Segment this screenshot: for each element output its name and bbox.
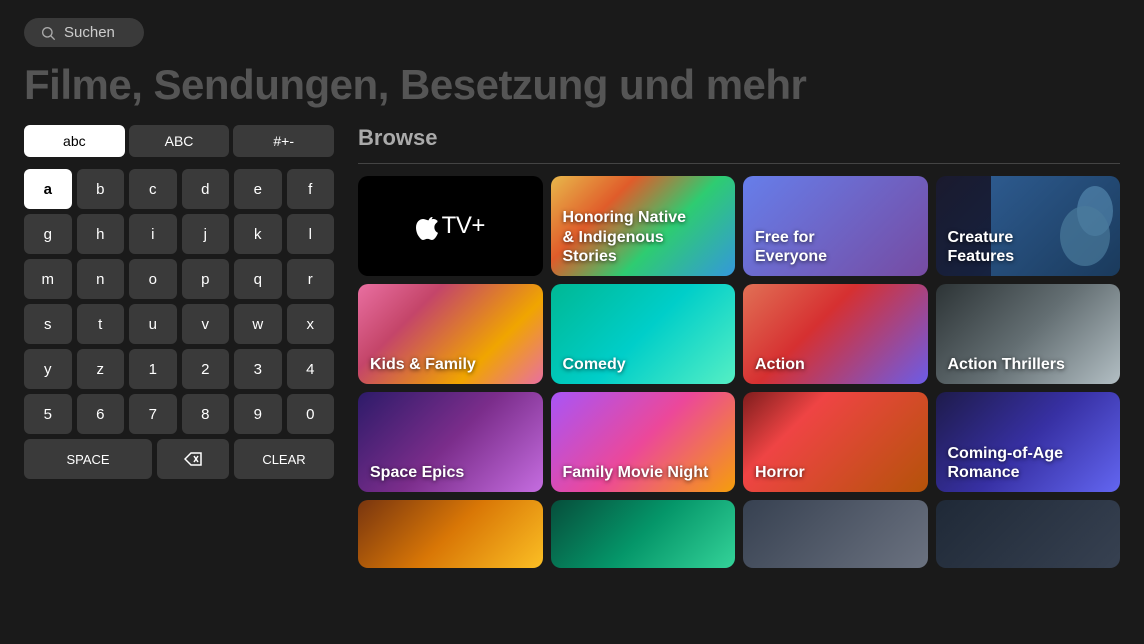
page-title: Filme, Sendungen, Besetzung und mehr	[0, 55, 1144, 125]
key-9[interactable]: 9	[234, 394, 282, 434]
backspace-button[interactable]	[157, 439, 229, 479]
key-l[interactable]: l	[287, 214, 335, 254]
key-p[interactable]: p	[182, 259, 230, 299]
card-kids[interactable]: Kids & Family	[358, 284, 543, 384]
card-label-free: Free forEveryone	[755, 228, 827, 266]
key-h[interactable]: h	[77, 214, 125, 254]
key-f[interactable]: f	[287, 169, 335, 209]
key-o[interactable]: o	[129, 259, 177, 299]
card-label-honoring: Honoring Native& IndigenousStories	[563, 208, 687, 266]
card-label-creature: CreatureFeatures	[948, 228, 1015, 266]
keyboard-actions: SPACE CLEAR	[24, 439, 334, 479]
keyboard-mode-row: abc ABC #+-	[24, 125, 334, 157]
mode-symbols[interactable]: #+-	[233, 125, 334, 157]
key-u[interactable]: u	[129, 304, 177, 344]
key-x[interactable]: x	[287, 304, 335, 344]
key-s[interactable]: s	[24, 304, 72, 344]
key-7[interactable]: 7	[129, 394, 177, 434]
key-5[interactable]: 5	[24, 394, 72, 434]
key-c[interactable]: c	[129, 169, 177, 209]
key-a[interactable]: a	[24, 169, 72, 209]
card-comedy[interactable]: Comedy	[551, 284, 736, 384]
card-free[interactable]: Free forEveryone	[743, 176, 928, 276]
key-q[interactable]: q	[234, 259, 282, 299]
appletv-logo: TV+	[416, 212, 485, 240]
key-g[interactable]: g	[24, 214, 72, 254]
card-label-action: Action	[755, 355, 805, 374]
card-label-family: Family Movie Night	[563, 463, 709, 482]
mode-ABC[interactable]: ABC	[129, 125, 230, 157]
keyboard-panel: abc ABC #+- a b c d e f g h i j k l m n …	[24, 125, 334, 568]
card-appletv[interactable]: TV+	[358, 176, 543, 276]
card-row4c[interactable]	[743, 500, 928, 568]
mode-abc[interactable]: abc	[24, 125, 125, 157]
key-0[interactable]: 0	[287, 394, 335, 434]
key-n[interactable]: n	[77, 259, 125, 299]
browse-grid: TV+ Honoring Native& IndigenousStories F…	[358, 176, 1120, 568]
card-action[interactable]: Action	[743, 284, 928, 384]
backspace-icon	[184, 452, 202, 466]
card-row4a[interactable]	[358, 500, 543, 568]
creature-illustration	[1025, 181, 1115, 271]
card-action-thrillers[interactable]: Action Thrillers	[936, 284, 1121, 384]
key-z[interactable]: z	[77, 349, 125, 389]
card-label-space: Space Epics	[370, 463, 464, 482]
key-2[interactable]: 2	[182, 349, 230, 389]
card-label-kids: Kids & Family	[370, 355, 476, 374]
key-6[interactable]: 6	[77, 394, 125, 434]
card-coming[interactable]: Coming-of-Age Romance	[936, 392, 1121, 492]
key-j[interactable]: j	[182, 214, 230, 254]
browse-title: Browse	[358, 125, 1120, 151]
browse-divider	[358, 163, 1120, 164]
clear-button[interactable]: CLEAR	[234, 439, 334, 479]
key-w[interactable]: w	[234, 304, 282, 344]
card-row4d[interactable]	[936, 500, 1121, 568]
key-4[interactable]: 4	[287, 349, 335, 389]
card-honoring[interactable]: Honoring Native& IndigenousStories	[551, 176, 736, 276]
search-bar[interactable]: Suchen	[24, 18, 144, 47]
key-y[interactable]: y	[24, 349, 72, 389]
card-creature[interactable]: CreatureFeatures	[936, 176, 1121, 276]
card-label-comedy: Comedy	[563, 355, 626, 374]
key-k[interactable]: k	[234, 214, 282, 254]
key-1[interactable]: 1	[129, 349, 177, 389]
key-r[interactable]: r	[287, 259, 335, 299]
key-8[interactable]: 8	[182, 394, 230, 434]
card-label-action-thrillers: Action Thrillers	[948, 355, 1065, 374]
card-horror[interactable]: Horror	[743, 392, 928, 492]
card-space[interactable]: Space Epics	[358, 392, 543, 492]
search-label: Suchen	[64, 24, 115, 41]
key-d[interactable]: d	[182, 169, 230, 209]
key-b[interactable]: b	[77, 169, 125, 209]
key-i[interactable]: i	[129, 214, 177, 254]
card-row4b[interactable]	[551, 500, 736, 568]
key-e[interactable]: e	[234, 169, 282, 209]
card-label-horror: Horror	[755, 463, 805, 482]
card-label-coming: Coming-of-Age Romance	[948, 444, 1121, 482]
key-3[interactable]: 3	[234, 349, 282, 389]
main-content: abc ABC #+- a b c d e f g h i j k l m n …	[0, 125, 1144, 568]
header: Suchen	[0, 0, 1144, 55]
keyboard-keys: a b c d e f g h i j k l m n o p q r s t …	[24, 169, 334, 434]
search-icon	[40, 25, 56, 41]
key-t[interactable]: t	[77, 304, 125, 344]
key-m[interactable]: m	[24, 259, 72, 299]
browse-panel: Browse TV+ Honoring Native& IndigenousSt…	[358, 125, 1120, 568]
card-family[interactable]: Family Movie Night	[551, 392, 736, 492]
key-v[interactable]: v	[182, 304, 230, 344]
space-button[interactable]: SPACE	[24, 439, 152, 479]
